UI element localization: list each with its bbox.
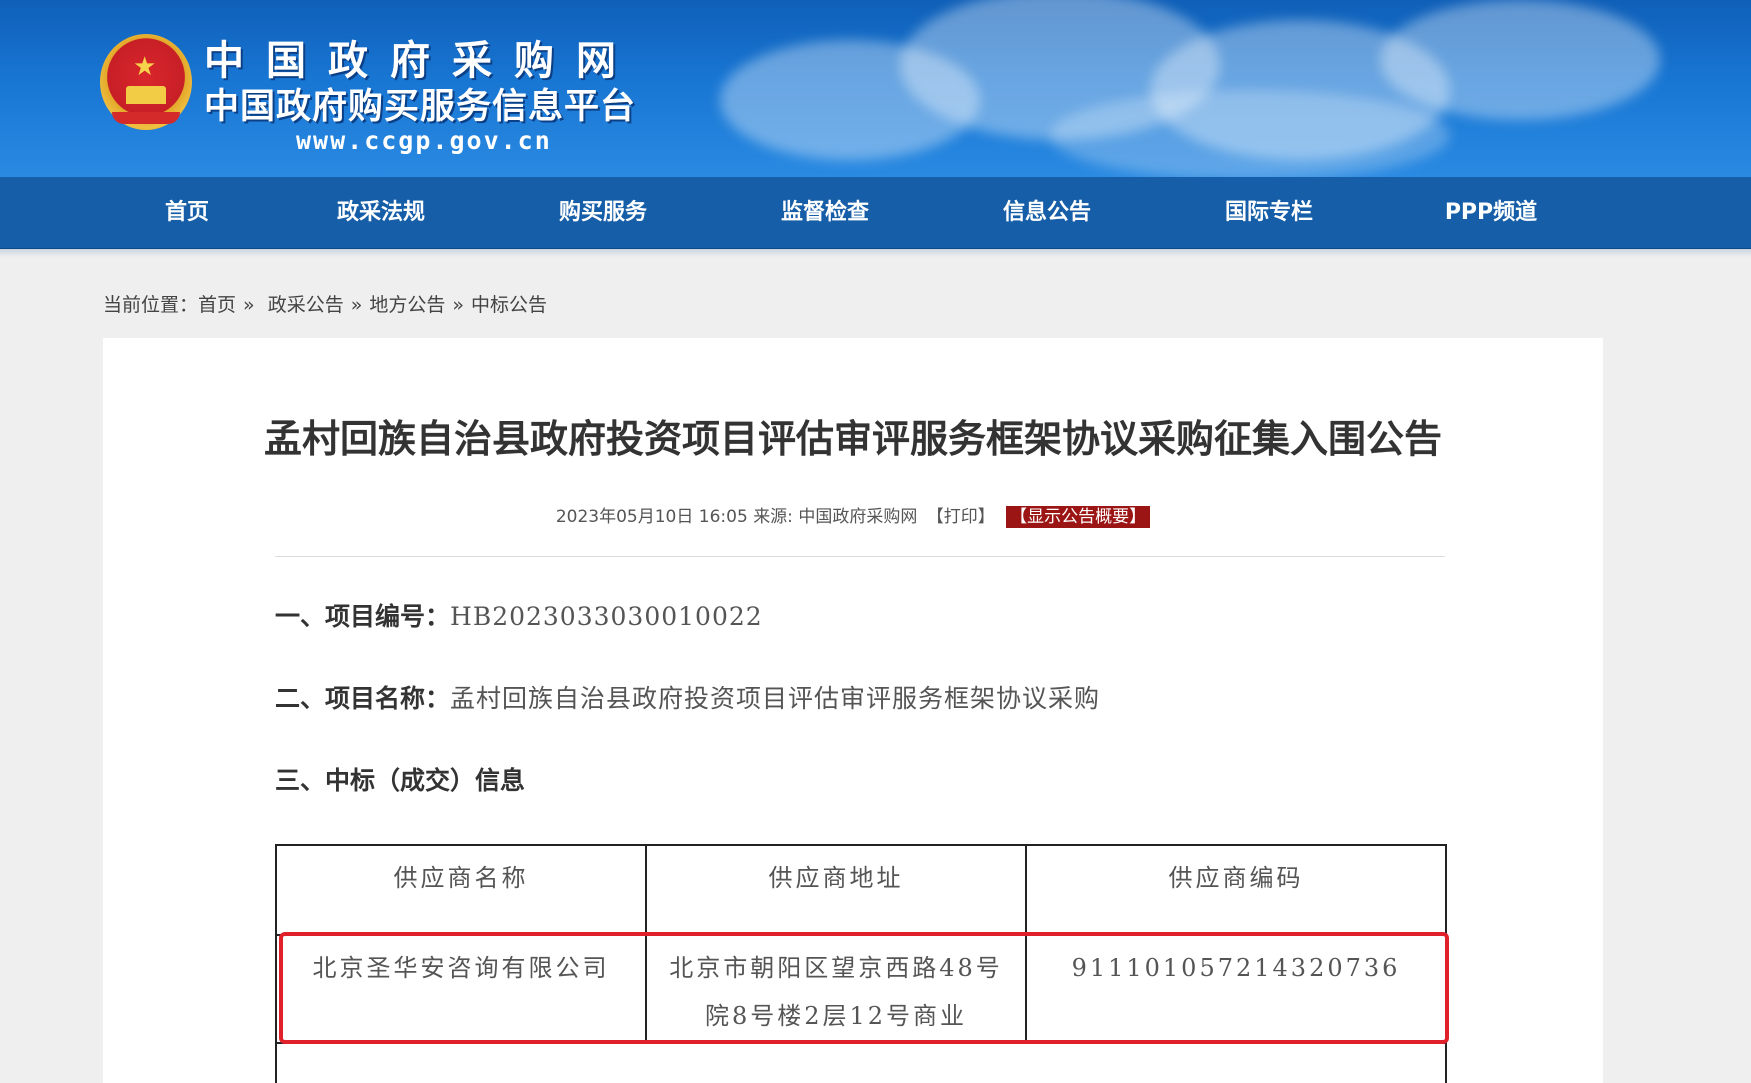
site-title[interactable]: 中国政府采购网 <box>204 38 638 84</box>
breadcrumb-local[interactable]: 地方公告 <box>369 294 445 316</box>
source-label: 来源: <box>753 507 793 527</box>
supplier-name-cell: 北京圣华安咨询有限公司 <box>277 936 647 1042</box>
tiananmen-icon <box>126 86 166 104</box>
breadcrumb-prefix: 当前位置： <box>103 294 199 316</box>
source-name: 中国政府采购网 <box>798 507 918 527</box>
nav-item-home[interactable]: 首页 <box>132 177 242 249</box>
supplier-code-cell: 911101057214320736 <box>1071 954 1401 982</box>
project-name-value: 孟村回族自治县政府投资项目评估审评服务框架协议采购 <box>450 684 1101 713</box>
site-url: www.ccgp.gov.cn <box>296 126 552 155</box>
supplier-address-cell: 北京市朝阳区望京西路48号院8号楼2层12号商业 <box>647 936 1027 1042</box>
article-title: 孟村回族自治县政府投资项目评估审评服务框架协议采购征集入围公告 <box>263 417 1442 461</box>
table-header-supplier-code: 供应商编码 <box>1168 864 1304 892</box>
main-nav: 首页 政采法规 购买服务 监督检查 信息公告 国际专栏 PPP频道 <box>0 177 1751 249</box>
breadcrumb-home[interactable]: 首页 <box>198 294 236 316</box>
national-emblem-logo[interactable]: ★ <box>100 34 192 130</box>
section-label: 一、项目编号： <box>275 602 451 631</box>
award-table: 供应商名称 供应商地址 供应商编码 北京圣华安咨询有限公司 北京市朝阳区望京西路… <box>275 844 1447 1083</box>
section-award-info: 三、中标（成交）信息 <box>275 764 525 798</box>
section-project-name: 二、项目名称：孟村回族自治县政府投资项目评估审评服务框架协议采购 <box>275 682 1100 716</box>
nav-item-international[interactable]: 国际专栏 <box>1204 177 1334 249</box>
section-label: 三、中标（成交）信息 <box>275 766 526 795</box>
breadcrumb-gov-procurement[interactable]: 政采公告 <box>268 294 344 316</box>
breadcrumb-separator: » <box>452 294 464 316</box>
site-banner: ★ 中国政府采购网 中国政府购买服务信息平台 www.ccgp.gov.cn <box>0 0 1751 177</box>
section-label: 二、项目名称： <box>275 684 451 713</box>
print-link[interactable]: 【打印】 <box>927 507 995 527</box>
section-project-number: 一、项目编号：HB2023033030010022 <box>275 600 763 634</box>
breadcrumb: 当前位置：首页 » 政采公告 » 地方公告 » 中标公告 <box>103 290 547 320</box>
ribbon-icon <box>112 112 180 124</box>
table-header-row: 供应商名称 供应商地址 供应商编码 <box>277 846 1445 936</box>
show-summary-button[interactable]: 【显示公告概要】 <box>1006 506 1151 528</box>
banner-cloud <box>1380 0 1660 120</box>
table-header-supplier-name: 供应商名称 <box>277 846 647 934</box>
article-panel: 孟村回族自治县政府投资项目评估审评服务框架协议采购征集入围公告 2023年05月… <box>103 338 1603 1083</box>
project-number-value: HB2023033030010022 <box>450 602 763 631</box>
breadcrumb-separator: » <box>350 294 363 316</box>
nav-item-purchase-services[interactable]: 购买服务 <box>538 177 668 249</box>
nav-item-ppp[interactable]: PPP频道 <box>1426 177 1556 249</box>
nav-item-announcements[interactable]: 信息公告 <box>982 177 1112 249</box>
banner-cloud <box>1050 90 1450 177</box>
article-meta: 2023年05月10日 16:05 来源: 中国政府采购网 【打印】 【显示公告… <box>103 505 1603 529</box>
table-header-supplier-address: 供应商地址 <box>647 846 1027 934</box>
site-subtitle: 中国政府购买服务信息平台 <box>204 87 637 127</box>
table-row: 北京圣华安咨询有限公司 北京市朝阳区望京西路48号院8号楼2层12号商业 911… <box>277 936 1445 1044</box>
title-divider <box>275 556 1445 557</box>
nav-item-regulations[interactable]: 政采法规 <box>316 177 446 249</box>
nav-shadow <box>0 249 1751 257</box>
nav-item-supervision[interactable]: 监督检查 <box>760 177 890 249</box>
star-icon: ★ <box>133 52 157 82</box>
breadcrumb-award[interactable]: 中标公告 <box>471 294 547 316</box>
breadcrumb-separator: » <box>243 294 255 316</box>
publish-datetime: 2023年05月10日 16:05 <box>555 507 748 527</box>
